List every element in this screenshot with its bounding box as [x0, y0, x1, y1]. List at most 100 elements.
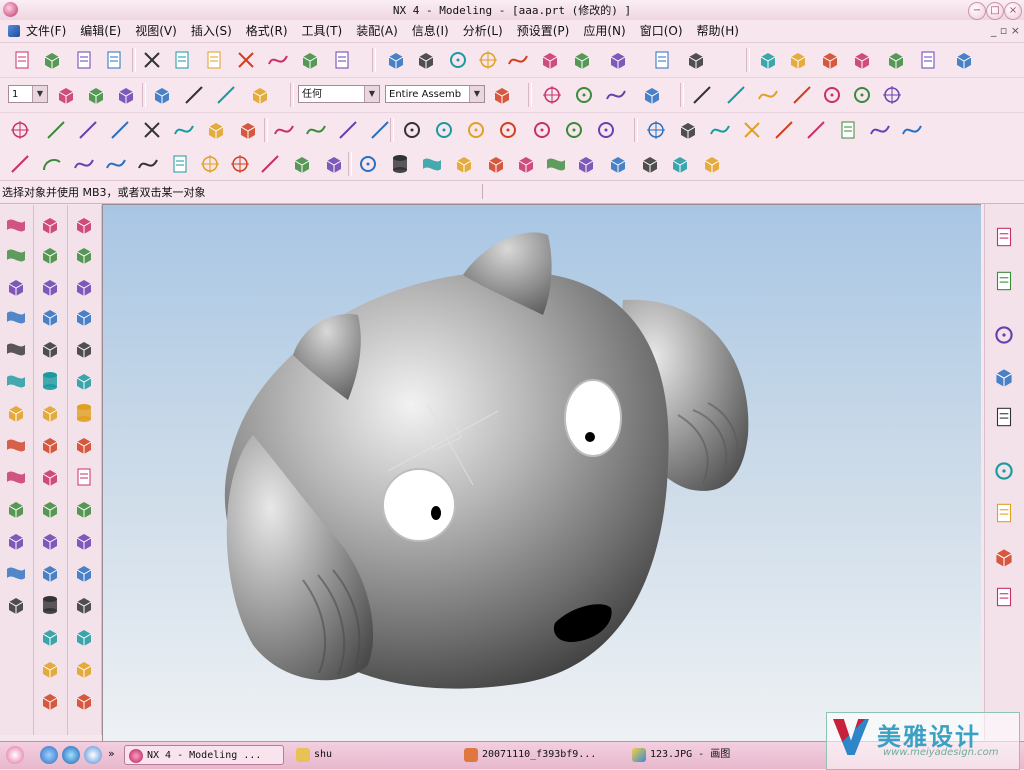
view-orientation-icon[interactable] [606, 48, 630, 72]
snap-tool-icon[interactable] [540, 83, 564, 107]
box-tool-icon[interactable] [676, 118, 700, 142]
cross-tool-icon[interactable] [740, 118, 764, 142]
selection-scope-select[interactable]: Entire Assemb ▼ [385, 85, 485, 103]
snap-tool-icon[interactable] [228, 152, 252, 176]
doc-tool-icon[interactable] [836, 118, 860, 142]
help-icon[interactable] [991, 404, 1017, 430]
print-icon[interactable] [102, 48, 126, 72]
web-browser-icon[interactable] [991, 322, 1017, 348]
sheet-tool-icon[interactable] [4, 305, 28, 329]
box-tool-icon[interactable] [72, 529, 96, 553]
render-style-icon[interactable] [570, 48, 594, 72]
box-tool-icon[interactable] [84, 83, 108, 107]
start-button[interactable] [6, 746, 24, 764]
box-tool-icon[interactable] [38, 213, 62, 237]
quicklaunch-desktop-icon[interactable] [84, 746, 102, 764]
zoom-icon[interactable] [446, 48, 470, 72]
sheet-tool-icon[interactable] [4, 213, 28, 237]
line-tool-icon[interactable] [368, 118, 392, 142]
history-icon[interactable] [991, 458, 1017, 484]
box-tool-icon[interactable] [38, 401, 62, 425]
copy-icon[interactable] [170, 48, 194, 72]
curve-tool-icon[interactable] [708, 118, 732, 142]
cross-tool-icon[interactable] [140, 118, 164, 142]
circle-tool-icon[interactable] [464, 118, 488, 142]
cyl-tool-icon[interactable] [72, 401, 96, 425]
box-tool-icon[interactable] [4, 275, 28, 299]
line-tool-icon[interactable] [258, 152, 282, 176]
sheet-tool-icon[interactable] [4, 465, 28, 489]
circle-tool-icon[interactable] [530, 118, 554, 142]
layer-icon[interactable] [650, 48, 674, 72]
sheet-tool-icon[interactable] [4, 561, 28, 585]
system-materials-icon[interactable] [991, 500, 1017, 526]
circle-tool-icon[interactable] [400, 118, 424, 142]
box-tool-icon[interactable] [114, 83, 138, 107]
box-tool-icon[interactable] [38, 497, 62, 521]
minimize-button[interactable]: − [968, 2, 986, 20]
line-tool-icon[interactable] [772, 118, 796, 142]
circle-tool-icon[interactable] [850, 83, 874, 107]
box-tool-icon[interactable] [72, 213, 96, 237]
box-tool-icon[interactable] [4, 529, 28, 553]
box-tool-icon[interactable] [640, 83, 664, 107]
maximize-button[interactable]: □ [986, 2, 1004, 20]
line-tool-icon[interactable] [44, 118, 68, 142]
box-tool-icon[interactable] [72, 433, 96, 457]
gateway-icon[interactable] [756, 48, 780, 72]
sheet-tool-icon[interactable] [544, 152, 568, 176]
cyl-tool-icon[interactable] [38, 593, 62, 617]
chevron-down-icon[interactable]: ▼ [32, 86, 47, 102]
save-icon[interactable] [72, 48, 96, 72]
box-tool-icon[interactable] [38, 657, 62, 681]
quicklaunch-more[interactable]: » [108, 747, 115, 760]
quicklaunch-ie-icon[interactable] [62, 746, 80, 764]
box-tool-icon[interactable] [72, 369, 96, 393]
line-tool-icon[interactable] [724, 83, 748, 107]
box-tool-icon[interactable] [150, 83, 174, 107]
menu-information[interactable]: 信息(I) [405, 20, 456, 42]
box-tool-icon[interactable] [236, 118, 260, 142]
task-image[interactable]: 20071110_f393bf9... [460, 745, 620, 765]
box-tool-icon[interactable] [322, 152, 346, 176]
menu-tools[interactable]: 工具(T) [295, 20, 350, 42]
box-tool-icon[interactable] [290, 152, 314, 176]
box-tool-icon[interactable] [38, 689, 62, 713]
line-tool-icon[interactable] [182, 83, 206, 107]
zoom-window-icon[interactable] [414, 48, 438, 72]
menu-insert[interactable]: 插入(S) [184, 20, 239, 42]
box-tool-icon[interactable] [38, 465, 62, 489]
line-tool-icon[interactable] [76, 118, 100, 142]
curve-tool-icon[interactable] [172, 118, 196, 142]
sheet-tool-icon[interactable] [420, 152, 444, 176]
curve-tool-icon[interactable] [900, 118, 924, 142]
curve-tool-icon[interactable] [136, 152, 160, 176]
curve-tool-icon[interactable] [72, 152, 96, 176]
menu-preferences[interactable]: 预设置(P) [510, 20, 577, 42]
curve-tool-icon[interactable] [868, 118, 892, 142]
circle-tool-icon[interactable] [820, 83, 844, 107]
cyl-tool-icon[interactable] [388, 152, 412, 176]
cut-icon[interactable] [140, 48, 164, 72]
title-bar[interactable]: NX 4 - Modeling - [aaa.prt (修改的) ] − □ × [0, 0, 1024, 21]
snap-tool-icon[interactable] [880, 83, 904, 107]
box-tool-icon[interactable] [54, 83, 78, 107]
task-paint[interactable]: 123.JPG - 画图 [628, 745, 788, 765]
training-icon[interactable] [991, 364, 1017, 390]
pan-icon[interactable] [538, 48, 562, 72]
circle-tool-icon[interactable] [562, 118, 586, 142]
box-tool-icon[interactable] [38, 337, 62, 361]
rotate-icon[interactable] [506, 48, 530, 72]
type-filter-select[interactable]: 任何 ▼ [298, 85, 380, 103]
chevron-down-icon[interactable]: ▼ [469, 86, 484, 102]
fit-icon[interactable] [384, 48, 408, 72]
paste-icon[interactable] [202, 48, 226, 72]
curve-tool-icon[interactable] [756, 83, 780, 107]
reuse-library-icon[interactable] [991, 544, 1017, 570]
delete-icon[interactable] [234, 48, 258, 72]
quicklaunch-media-icon[interactable] [40, 746, 58, 764]
box-tool-icon[interactable] [72, 275, 96, 299]
zoom-in-out-icon[interactable] [476, 48, 500, 72]
box-tool-icon[interactable] [668, 152, 692, 176]
circle-tool-icon[interactable] [594, 118, 618, 142]
